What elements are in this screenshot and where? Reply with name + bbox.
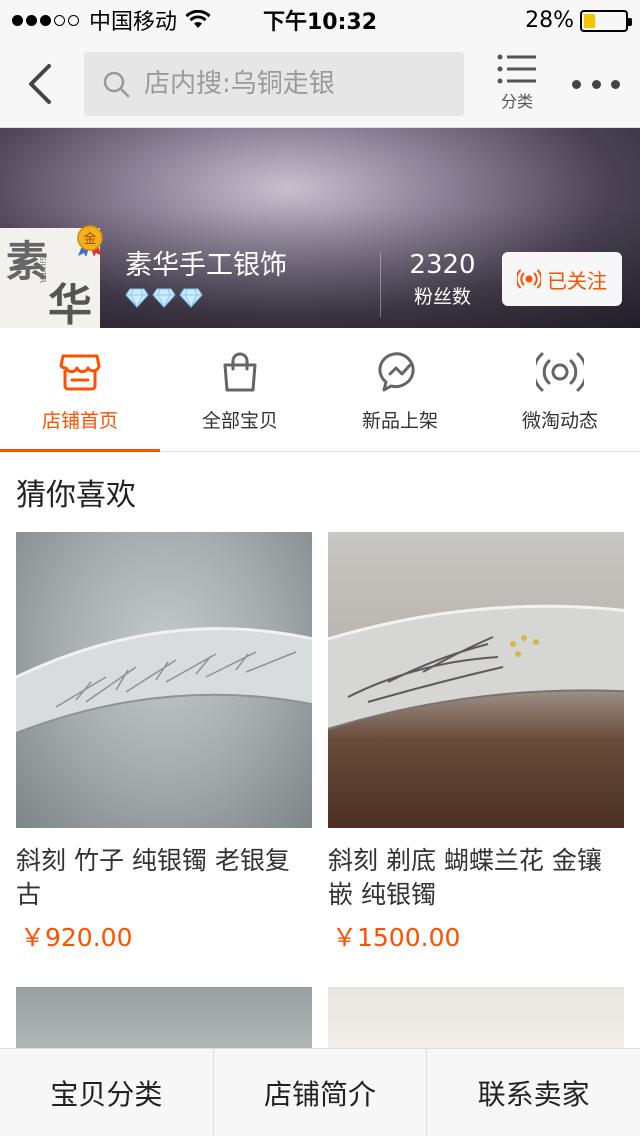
signal-strength-icon [12, 14, 79, 26]
tab-label: 全部宝贝 [201, 410, 278, 432]
svg-text:金: 金 [83, 231, 96, 247]
battery-fill [584, 13, 596, 28]
search-bar[interactable] [84, 52, 464, 116]
battery-icon [580, 9, 632, 32]
tab-label: 店铺首页 [41, 410, 118, 432]
fans-counter[interactable]: 2320 粉丝数 [395, 250, 490, 309]
product-card[interactable]: 斜刻 竹子 纯银镯 老银复古 ￥920.00 [16, 532, 312, 954]
product-card-partial[interactable] [328, 987, 624, 1052]
list-icon [497, 54, 536, 84]
shopping-bag-icon [223, 352, 257, 392]
tab-label: 微淘动态 [521, 410, 598, 432]
shop-intro-button[interactable]: 店铺简介 [214, 1049, 428, 1136]
more-icon [572, 79, 581, 89]
diamond-icon [179, 288, 203, 308]
battery-percent: 28% [525, 8, 574, 33]
back-button[interactable] [20, 60, 60, 108]
product-price: ￥920.00 [20, 923, 133, 952]
tab-shop-home[interactable]: 店铺首页 [0, 328, 160, 453]
product-name: 斜刻 竹子 纯银镯 老银复古 [16, 846, 290, 909]
product-image[interactable] [16, 532, 312, 828]
product-card[interactable]: 斜刻 剃底 蝴蝶兰花 金镶嵌 纯银镯 ￥1500.00 [328, 532, 624, 954]
banner-divider [380, 253, 381, 317]
search-icon [103, 71, 130, 98]
product-image[interactable] [328, 532, 624, 828]
product-name: 斜刻 剃底 蝴蝶兰花 金镶嵌 纯银镯 [328, 846, 602, 909]
tab-weitao-feed[interactable]: 微淘动态 [480, 328, 640, 452]
status-bar: 中国移动 下午10:32 28% [0, 0, 640, 40]
diamond-icon [152, 288, 176, 308]
product-card-partial[interactable] [16, 987, 312, 1052]
recommendation-section: 猜你喜欢 斜刻 竹子 纯银镯 老银复古 ￥920.00 斜刻 剃底 蝴蝶兰花 金… [0, 452, 640, 1052]
battery-indicator: 28% [525, 8, 632, 33]
tab-new-arrivals[interactable]: 新品上架 [320, 328, 480, 452]
category-label: 分类 [500, 92, 533, 111]
svg-text:华: 华 [48, 280, 92, 328]
chevron-left-icon [29, 64, 51, 104]
product-categories-button[interactable]: 宝贝分类 [0, 1049, 214, 1136]
gold-medal-icon: 金 [77, 225, 103, 256]
svg-text:SILVER: SILVER [38, 256, 47, 284]
tab-all-products[interactable]: 全部宝贝 [160, 328, 320, 452]
search-input[interactable] [144, 69, 444, 99]
broadcast-icon [517, 269, 541, 289]
navigation-bar: 分类 [0, 40, 640, 128]
more-options-button[interactable] [572, 66, 620, 102]
broadcast-icon [536, 352, 584, 392]
section-title: 猜你喜欢 [16, 478, 136, 513]
shop-name: 素华手工银饰 [125, 250, 287, 281]
follow-button[interactable]: 已关注 [502, 252, 622, 306]
carrier-name: 中国移动 [89, 10, 178, 35]
shop-banner: 素 华 SILVER 金 素华手工银饰 2320 粉丝数 已关注 [0, 128, 640, 328]
shop-tab-bar: 店铺首页 全部宝贝 新品上架 微淘动态 [0, 328, 640, 453]
fans-label: 粉丝数 [413, 286, 471, 308]
contact-seller-button[interactable]: 联系卖家 [427, 1049, 640, 1136]
diamond-icon [125, 288, 149, 308]
shop-rating-diamonds [125, 288, 203, 308]
store-icon [59, 354, 101, 391]
fans-count: 2320 [409, 250, 476, 280]
product-price: ￥1500.00 [332, 923, 461, 952]
tab-label: 新品上架 [361, 410, 438, 432]
follow-label: 已关注 [547, 268, 607, 293]
bottom-action-bar: 宝贝分类 店铺简介 联系卖家 [0, 1048, 640, 1136]
new-arrival-icon [378, 352, 415, 392]
category-button[interactable]: 分类 [490, 54, 544, 118]
wifi-icon [185, 10, 211, 28]
